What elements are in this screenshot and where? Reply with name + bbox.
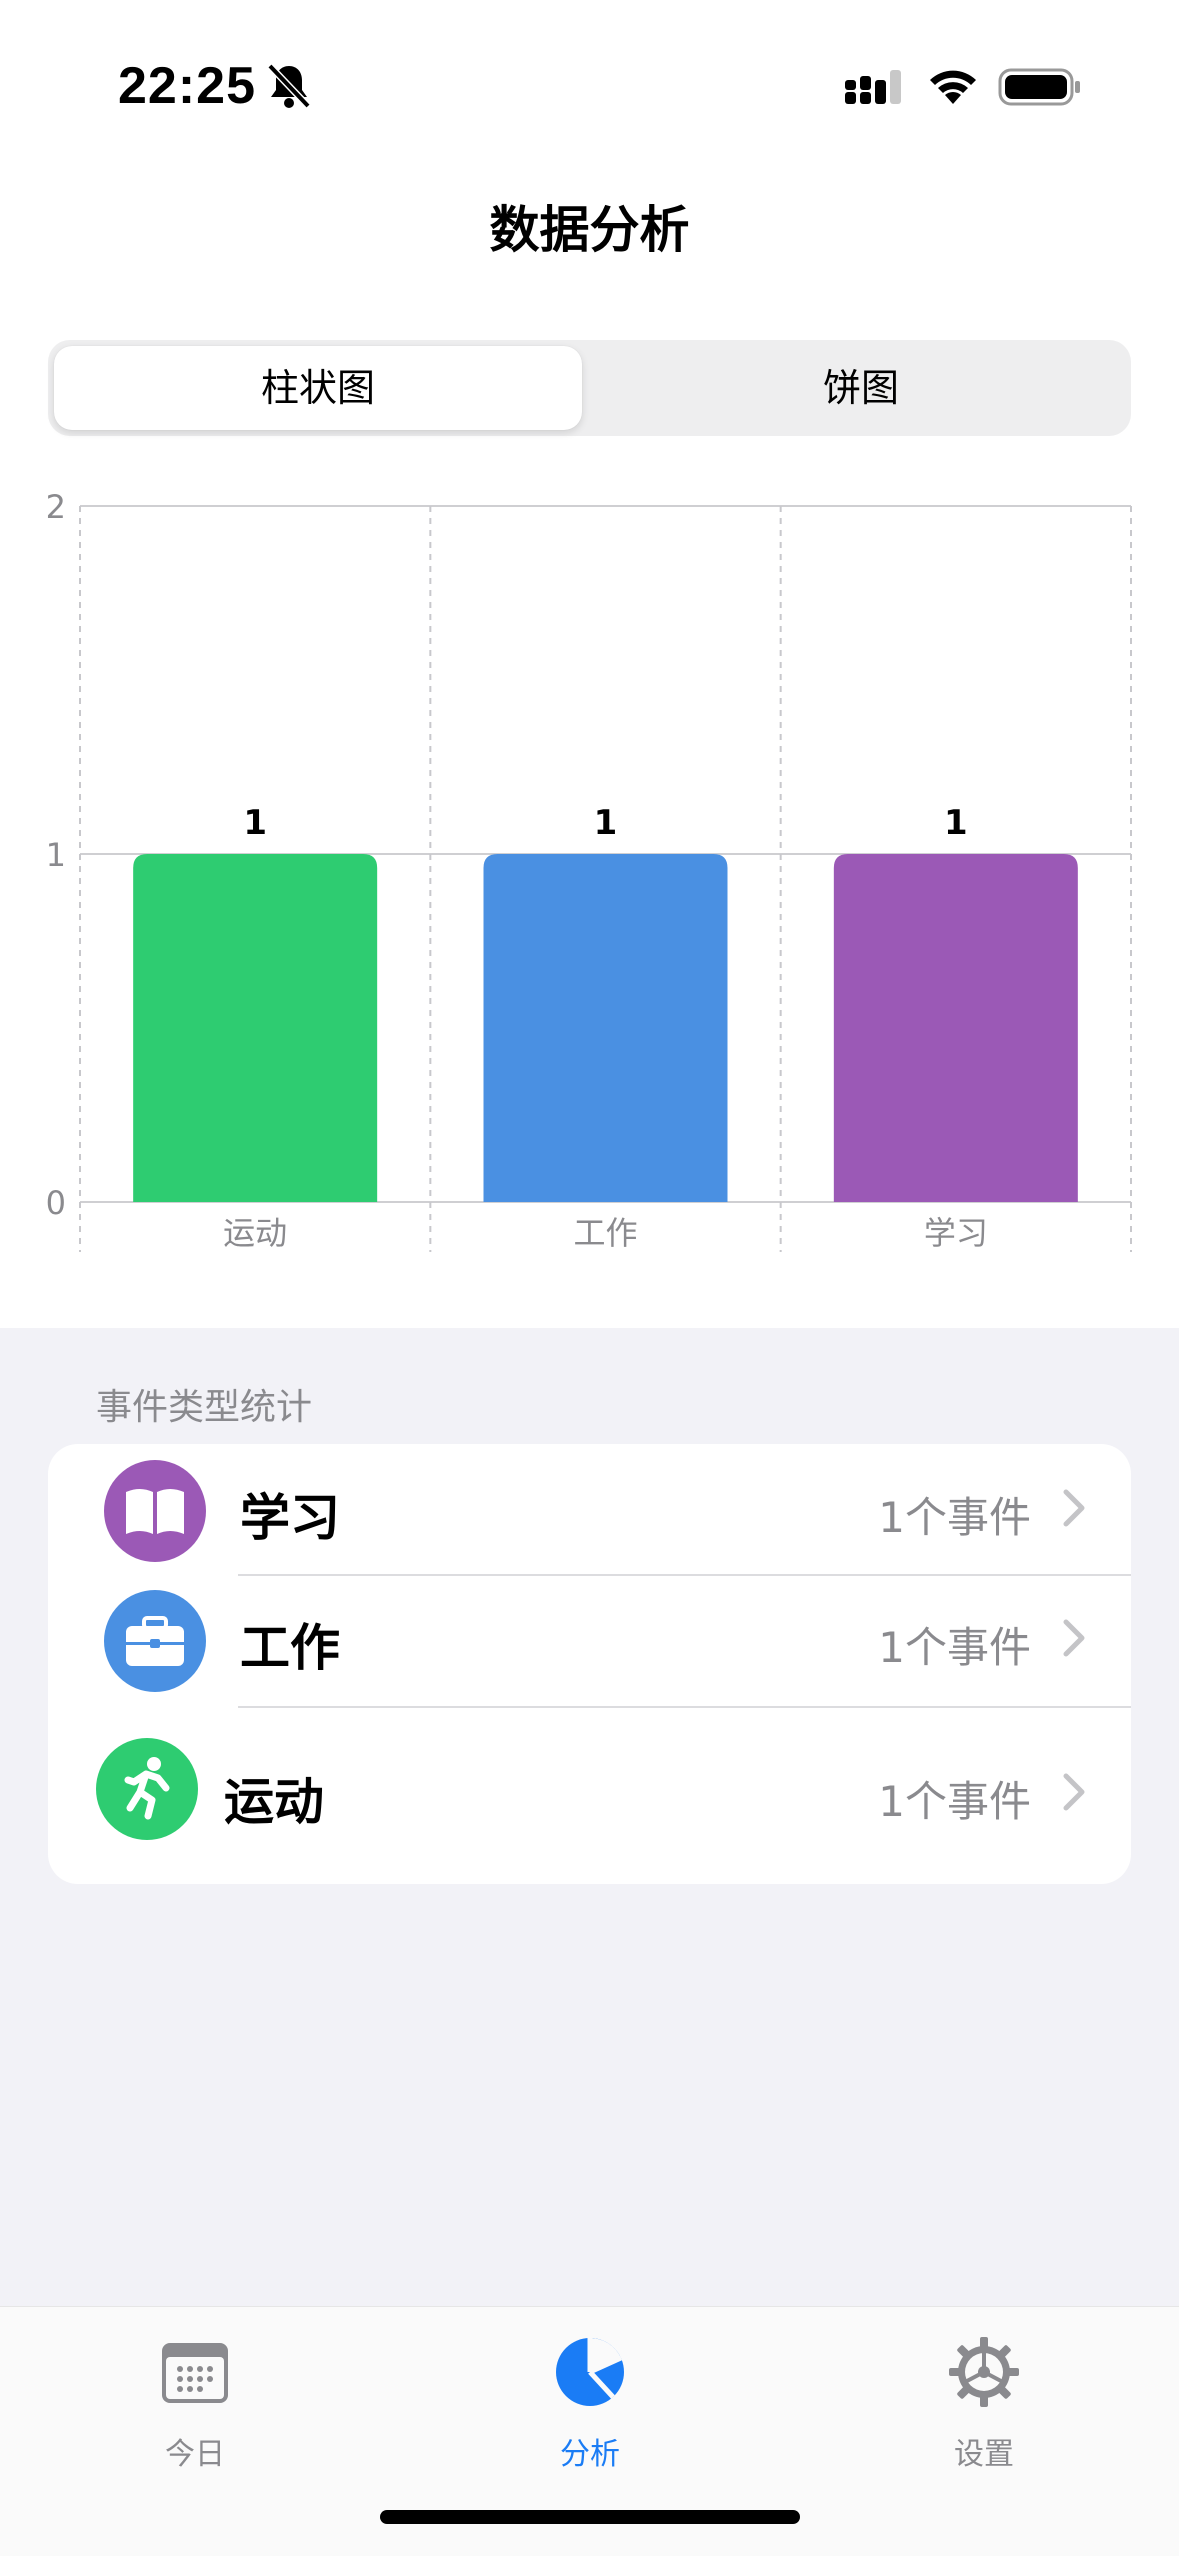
segment-bar-chart[interactable]: 柱状图 — [48, 340, 588, 436]
x-tick-label: 学习 — [924, 1214, 988, 1252]
book-icon — [104, 1460, 206, 1562]
x-tick-label: 工作 — [573, 1214, 637, 1252]
tab-label: 设置 — [954, 2437, 1014, 2472]
list-item-count: 1个事件 — [878, 1623, 1031, 1672]
wifi-icon — [930, 70, 976, 104]
tab-label: 今日 — [165, 2437, 225, 2472]
section-header: 事件类型统计 — [96, 1387, 313, 1428]
tab-today[interactable]: 今日 — [95, 2327, 295, 2472]
tab-analysis[interactable]: 分析 — [490, 2327, 690, 2472]
bar-chart-svg: 0 1 2 1 运动 1 工作 1 学习 — [46, 488, 1132, 1252]
list-item-count: 1个事件 — [878, 1493, 1031, 1542]
bar-chart: 0 1 2 1 运动 1 工作 1 学习 — [0, 470, 1179, 1270]
tab-label: 分析 — [560, 2437, 620, 2472]
list-item-label: 运动 — [224, 1773, 324, 1831]
list-item-work[interactable]: 工作 1个事件 — [48, 1576, 1131, 1706]
list-item-sport[interactable]: 运动 1个事件 — [48, 1708, 1131, 1884]
tab-settings[interactable]: 设置 — [884, 2327, 1084, 2472]
bell-slash-icon — [267, 63, 311, 109]
data-label: 1 — [594, 803, 618, 843]
page-title: 数据分析 — [489, 201, 690, 259]
list-item-count: 1个事件 — [878, 1777, 1031, 1826]
y-tick-label: 1 — [46, 836, 66, 874]
event-type-list: 学习 1个事件 工作 1个事件 运动 1个事件 — [48, 1444, 1131, 1884]
bar — [483, 854, 728, 1202]
list-item-label: 学习 — [240, 1489, 340, 1547]
cellular-signal-icon — [845, 70, 901, 104]
bar — [133, 854, 378, 1202]
running-icon — [96, 1738, 198, 1840]
battery-icon — [998, 68, 1080, 106]
chart-type-segmented-control[interactable]: 柱状图 饼图 — [48, 340, 1131, 436]
chevron-right-icon — [1063, 1489, 1085, 1527]
data-label: 1 — [243, 803, 267, 843]
bar — [833, 854, 1078, 1202]
list-item-label: 工作 — [240, 1619, 340, 1677]
gear-icon — [949, 2337, 1019, 2407]
segment-pie-chart[interactable]: 饼图 — [591, 340, 1131, 436]
y-tick-label: 0 — [46, 1184, 66, 1222]
status-time: 22:25 — [118, 57, 256, 115]
status-bar: 22:25 — [0, 0, 1179, 150]
pie-chart-icon — [556, 2338, 624, 2406]
chevron-right-icon — [1063, 1619, 1085, 1657]
data-label: 1 — [944, 803, 968, 843]
chevron-right-icon — [1063, 1773, 1085, 1811]
briefcase-icon — [104, 1590, 206, 1692]
list-item-study[interactable]: 学习 1个事件 — [48, 1444, 1131, 1574]
calendar-icon — [162, 2343, 228, 2403]
home-indicator — [380, 2510, 800, 2524]
y-tick-label: 2 — [46, 488, 66, 526]
x-tick-label: 运动 — [223, 1214, 287, 1252]
